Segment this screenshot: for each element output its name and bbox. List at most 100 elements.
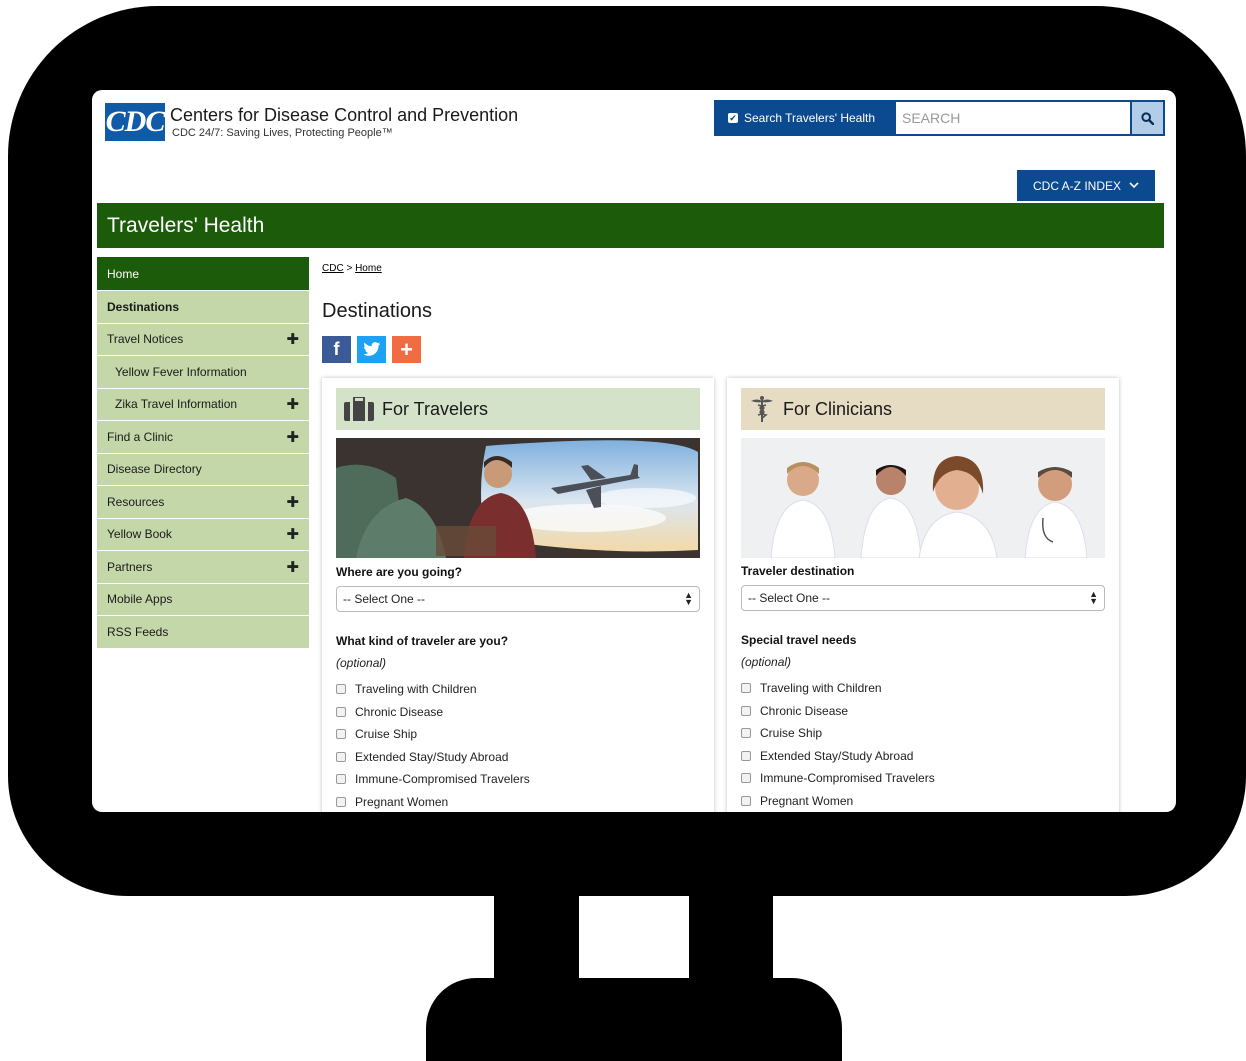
sidebar-item-partners[interactable]: Partners ✚ (97, 551, 309, 584)
org-tagline: CDC 24/7: Saving Lives, Protecting Peopl… (172, 127, 393, 139)
list-item[interactable]: Traveling with Children (336, 678, 530, 701)
facebook-share-button[interactable]: f (322, 336, 351, 363)
list-item[interactable]: Extended Stay/Study Abroad (336, 746, 530, 769)
plus-icon: + (400, 336, 413, 362)
sidebar-item-label: RSS Feeds (107, 624, 169, 639)
sidebar-item-label: Home (107, 266, 140, 281)
search-input[interactable] (894, 100, 1130, 136)
list-item[interactable]: Traveling with Children (741, 677, 935, 700)
option-label: Extended Stay/Study Abroad (355, 749, 509, 764)
sidebar-item-disease-directory[interactable]: Disease Directory (97, 453, 309, 486)
checkbox[interactable] (336, 706, 346, 717)
checkbox[interactable] (741, 728, 751, 739)
checkbox[interactable] (336, 751, 346, 762)
plus-icon[interactable]: ✚ (286, 428, 299, 446)
optional-label: (optional) (336, 656, 387, 670)
cdc-logo[interactable]: CDC (105, 103, 165, 141)
search-scope-label: Search Travelers' Health (744, 111, 876, 125)
breadcrumb-home-link[interactable]: Home (355, 263, 382, 274)
traveler-destination-select[interactable]: -- Select One -- ▲ ▼ (741, 585, 1105, 611)
site-banner: Travelers' Health (97, 203, 1164, 248)
plus-icon[interactable]: ✚ (286, 558, 299, 576)
option-label: Extended Stay/Study Abroad (760, 748, 914, 763)
travelers-card-header: For Travelers (336, 388, 700, 430)
option-label: Traveling with Children (355, 682, 477, 697)
list-item[interactable]: Extended Stay/Study Abroad (741, 745, 935, 768)
checkbox[interactable] (336, 729, 346, 740)
optional-label: (optional) (741, 655, 792, 669)
sidebar-item-label: Find a Clinic (107, 429, 174, 444)
destination-select[interactable]: -- Select One -- ▲ ▼ (336, 586, 700, 612)
sidebar-item-label: Resources (107, 494, 165, 509)
sidebar-item-home[interactable]: Home (97, 257, 309, 291)
checkbox[interactable] (741, 795, 751, 806)
option-label: Pregnant Women (355, 794, 449, 809)
sidebar-item-destinations[interactable]: Destinations (97, 291, 309, 324)
breadcrumb: CDC > Home (322, 263, 382, 274)
checkbox[interactable] (336, 684, 346, 695)
sidebar-item-resources[interactable]: Resources ✚ (97, 486, 309, 519)
sidebar-item-label: Destinations (107, 299, 180, 314)
sidebar-item-label: Partners (107, 559, 153, 574)
list-item[interactable]: Pregnant Women (336, 791, 530, 813)
checkbox[interactable] (336, 796, 346, 807)
plus-icon[interactable]: ✚ (286, 395, 299, 413)
facebook-icon: f (333, 339, 340, 359)
list-item[interactable]: Cruise Ship (336, 723, 530, 746)
checkbox[interactable] (741, 773, 751, 784)
sidebar-item-label: Mobile Apps (107, 592, 173, 607)
twitter-icon (362, 342, 380, 356)
select-arrows-icon: ▲ ▼ (1089, 589, 1098, 606)
monitor-stand-left (494, 892, 579, 992)
az-index-button[interactable]: CDC A-Z INDEX (1017, 170, 1155, 201)
sidebar-item-yellow-fever[interactable]: Yellow Fever Information (97, 356, 309, 389)
destination-select-value: -- Select One -- (343, 592, 426, 606)
sidebar-item-label: Yellow Book (107, 527, 172, 542)
special-needs-options: Traveling with Children Chronic Disease … (741, 677, 935, 812)
add-share-button[interactable]: + (392, 336, 421, 363)
checkbox[interactable] (336, 774, 346, 785)
checkbox[interactable] (741, 683, 751, 694)
sidebar-item-label: Zika Travel Information (115, 397, 238, 412)
twitter-share-button[interactable] (357, 336, 386, 363)
breadcrumb-separator: > (346, 263, 353, 274)
search-scope-toggle[interactable]: ✔ Search Travelers' Health (714, 100, 894, 136)
travelers-card: For Travelers Where are you going? -- Se… (322, 378, 714, 812)
browser-screen: CDC Centers for Disease Control and Prev… (92, 90, 1176, 812)
social-share-bar: f + (322, 336, 421, 363)
sidebar-item-rss-feeds[interactable]: RSS Feeds (97, 616, 309, 649)
option-label: Chronic Disease (355, 704, 444, 719)
traveler-destination-label: Traveler destination (741, 564, 855, 578)
checkbox[interactable] (741, 705, 751, 716)
option-label: Immune-Compromised Travelers (355, 772, 530, 787)
plus-icon[interactable]: ✚ (286, 525, 299, 543)
sidebar-item-mobile-apps[interactable]: Mobile Apps (97, 583, 309, 616)
clinicians-card-header: For Clinicians (741, 388, 1105, 430)
list-item[interactable]: Immune-Compromised Travelers (741, 767, 935, 790)
search-button[interactable] (1130, 100, 1165, 136)
search-icon (1141, 111, 1154, 125)
list-item[interactable]: Immune-Compromised Travelers (336, 768, 530, 791)
list-item[interactable]: Chronic Disease (336, 701, 530, 724)
clinicians-photo (741, 438, 1105, 558)
list-item[interactable]: Pregnant Women (741, 790, 935, 813)
sidebar-item-zika[interactable]: Zika Travel Information ✚ (97, 388, 309, 421)
sidebar-item-travel-notices[interactable]: Travel Notices ✚ (97, 323, 309, 356)
option-label: Cruise Ship (760, 726, 823, 741)
traveler-type-label: What kind of traveler are you? (336, 634, 509, 648)
special-needs-label: Special travel needs (741, 633, 857, 647)
list-item[interactable]: Cruise Ship (741, 722, 935, 745)
destination-label: Where are you going? (336, 565, 463, 579)
traveler-type-options: Traveling with Children Chronic Disease … (336, 678, 530, 812)
plus-icon[interactable]: ✚ (286, 330, 299, 348)
checkbox-checked-icon[interactable]: ✔ (728, 113, 738, 123)
breadcrumb-cdc-link[interactable]: CDC (322, 263, 344, 274)
plus-icon[interactable]: ✚ (286, 493, 299, 511)
destination-select-value: -- Select One -- (748, 591, 831, 605)
chevron-down-icon (1129, 182, 1139, 189)
checkbox[interactable] (741, 750, 751, 761)
sidebar-item-label: Yellow Fever Information (115, 364, 247, 379)
sidebar-item-find-clinic[interactable]: Find a Clinic ✚ (97, 421, 309, 454)
list-item[interactable]: Chronic Disease (741, 700, 935, 723)
sidebar-item-yellow-book[interactable]: Yellow Book ✚ (97, 518, 309, 551)
